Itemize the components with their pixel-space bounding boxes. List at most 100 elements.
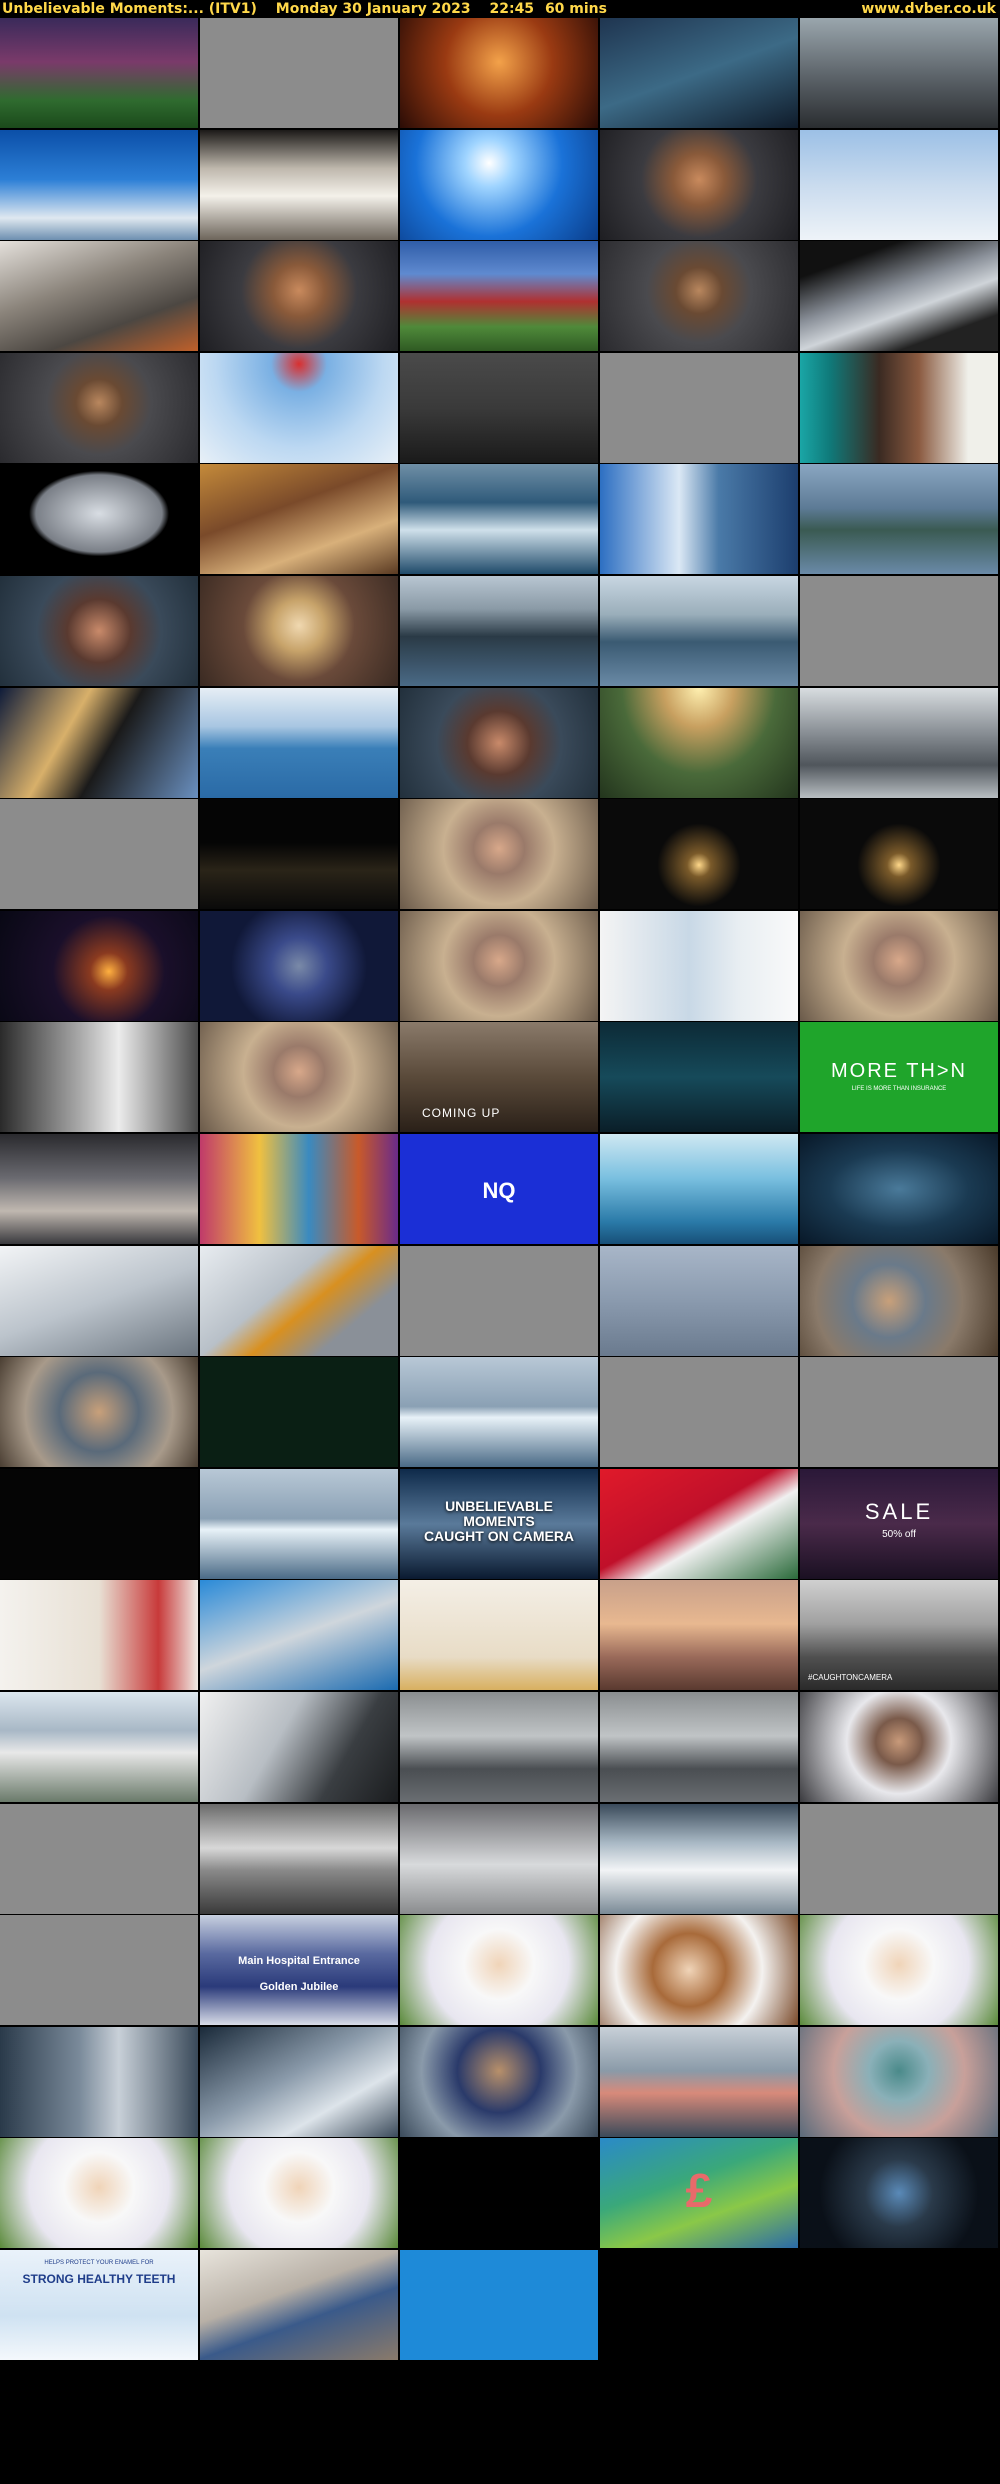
thumbnail-kitchen-dark[interactable]	[400, 353, 598, 463]
thumbnail-blue-sky[interactable]	[400, 130, 598, 240]
thumbnail-eiffel-tower[interactable]	[0, 464, 198, 574]
thumbnail-router-ad[interactable]	[600, 1022, 798, 1132]
thumbnail-football-match[interactable]	[0, 18, 198, 128]
thumbnail-grey[interactable]	[200, 18, 398, 128]
thumbnail-blur-street[interactable]	[200, 1804, 398, 1914]
thumbnail-man-ginger-beard[interactable]	[200, 241, 398, 351]
thumbnail-iceberg[interactable]	[200, 1469, 398, 1579]
thumbnail-grey[interactable]	[800, 1357, 998, 1467]
thumbnail-ocean-dark[interactable]	[800, 1134, 998, 1244]
thumbnail-kayak-sea[interactable]	[200, 688, 398, 798]
thumbnail-surf-waves[interactable]	[400, 464, 598, 574]
thumbnail-car-driver[interactable]	[200, 1692, 398, 1802]
thumbnail-car-park[interactable]	[600, 1692, 798, 1802]
thumbnail-young-man[interactable]	[800, 1692, 998, 1802]
thumbnail-dental-tools[interactable]	[200, 1580, 398, 1690]
thumbnail-skydivers[interactable]	[0, 130, 198, 240]
thumbnail-kite-sky[interactable]	[200, 353, 398, 463]
thumbnail-grey[interactable]	[400, 1246, 598, 1356]
thumbnail-phone-screen[interactable]	[800, 241, 998, 351]
thumbnail-blue-sky-pale[interactable]	[800, 130, 998, 240]
thumbnail-more-than[interactable]: MORE TH>N LIFE IS MORE THAN INSURANCE	[800, 1022, 998, 1132]
thumbnail-man-grey-hair[interactable]	[400, 799, 598, 909]
thumbnail-red-graphic[interactable]	[600, 1469, 798, 1579]
thumbnail-police-cars[interactable]: #CAUGHTONCAMERA	[800, 1580, 998, 1690]
thumbnail-operating-robot[interactable]	[200, 2027, 398, 2137]
thumbnail-hospital-sign[interactable]: Main Hospital Entrance Golden Jubilee	[200, 1915, 398, 2025]
thumbnail-diver-water[interactable]	[600, 464, 798, 574]
thumbnail-iceberg[interactable]	[400, 1357, 598, 1467]
thumbnail-man-cap[interactable]	[800, 1246, 998, 1356]
thumbnail-car-park[interactable]	[400, 1692, 598, 1802]
thumbnail-operating-theatre[interactable]	[0, 2027, 198, 2137]
thumbnail-man-ginger-beard[interactable]	[600, 130, 798, 240]
thumbnail-grey[interactable]	[800, 1804, 998, 1914]
thumbnail-woman-blonde-flowers[interactable]	[200, 2138, 398, 2248]
thumbnail-parachute[interactable]	[200, 130, 398, 240]
thumbnail-whale-jump[interactable]	[400, 576, 598, 686]
thumbnail-night-road[interactable]	[200, 799, 398, 909]
thumbnail-snow-slope[interactable]	[0, 1246, 198, 1356]
thumbnail-woman-blonde[interactable]	[200, 576, 398, 686]
thumbnail-tv-host[interactable]	[800, 353, 998, 463]
thumbnail-toothpaste-ad[interactable]: HELPS PROTECT YOUR ENAMEL FOR STRONG HEAL…	[0, 2250, 198, 2360]
thumbnail-woman-dark-hair[interactable]	[0, 576, 198, 686]
thumbnail-window-room[interactable]	[0, 1022, 198, 1132]
thumbnail-man-cap-gesture[interactable]	[0, 1357, 198, 1467]
thumbnail-grey[interactable]	[800, 576, 998, 686]
thumbnail-underwater-legs[interactable]	[600, 1134, 798, 1244]
thumbnail-sale-ad[interactable]: SALE 50% off	[800, 1469, 998, 1579]
thumbnail-black[interactable]	[0, 1469, 198, 1579]
thumbnail-man-grey-hair[interactable]	[400, 911, 598, 1021]
thumbnail-sunset-bathers[interactable]	[600, 1580, 798, 1690]
thumbnail-boats-calm[interactable]	[600, 1246, 798, 1356]
thumbnail-motorway[interactable]	[800, 688, 998, 798]
thumbnail-wedding-couple[interactable]	[200, 464, 398, 574]
thumbnail-grey[interactable]	[600, 1357, 798, 1467]
thumbnail-kayak-drone[interactable]	[0, 688, 198, 798]
thumbnail-cooker-hob[interactable]	[800, 2138, 998, 2248]
thumbnail-umc-logo[interactable]: UNBELIEVABLE MOMENTS CAUGHT ON CAMERA	[400, 1469, 598, 1579]
thumbnail-seal-rocks[interactable]	[800, 464, 998, 574]
thumbnail-hospital-bed[interactable]	[600, 911, 798, 1021]
thumbnail-grey[interactable]	[0, 1915, 198, 2025]
thumbnail-woman-blonde-flowers[interactable]	[400, 1915, 598, 2025]
thumbnail-man-cap-coming-up[interactable]: COMING UP	[400, 1022, 598, 1132]
thumbnail-surgery-cap[interactable]	[800, 2027, 998, 2137]
thumbnail-nq-logo[interactable]: NQ	[400, 1134, 598, 1244]
thumbnail-train-ad[interactable]	[0, 1134, 198, 1244]
thumbnail-dark-green[interactable]	[200, 1357, 398, 1467]
thumbnail-woman-blonde-flowers[interactable]	[0, 2138, 198, 2248]
programme-title[interactable]: Unbelievable Moments:... (ITV1)	[2, 1, 257, 17]
thumbnail-orange-lights[interactable]	[400, 18, 598, 128]
thumbnail-kitchen-woman[interactable]	[200, 2250, 398, 2360]
thumbnail-grey[interactable]	[0, 1804, 198, 1914]
thumbnail-car-park-snow[interactable]	[400, 1804, 598, 1914]
thumbnail-car-interior[interactable]	[800, 18, 998, 128]
site-link[interactable]: www.dvber.co.uk	[861, 0, 996, 18]
thumbnail-whale-dive[interactable]	[600, 576, 798, 686]
thumbnail-phone-app[interactable]	[400, 2250, 598, 2360]
thumbnail-car-white[interactable]	[600, 1804, 798, 1914]
thumbnail-night-road-lights[interactable]	[800, 799, 998, 909]
thumbnail-man-dark-beard[interactable]	[600, 241, 798, 351]
thumbnail-city-skyline[interactable]	[0, 1692, 198, 1802]
thumbnail-doctor-suit[interactable]	[400, 2027, 598, 2137]
thumbnail-night-fire[interactable]	[0, 911, 198, 1021]
thumbnail-surgery-robot[interactable]	[600, 2027, 798, 2137]
thumbnail-woman-dark-hair[interactable]	[400, 688, 598, 798]
thumbnail-black-credits[interactable]	[400, 2138, 598, 2248]
thumbnail-night-police[interactable]	[200, 911, 398, 1021]
thumbnail-night-road-lights[interactable]	[600, 799, 798, 909]
thumbnail-field-house[interactable]	[400, 241, 598, 351]
thumbnail-aerial-sunset[interactable]	[600, 688, 798, 798]
thumbnail-man-dark-beard[interactable]	[0, 353, 198, 463]
thumbnail-grey[interactable]	[0, 799, 198, 909]
thumbnail-surgery[interactable]	[600, 18, 798, 128]
thumbnail-gold-sofa-ad[interactable]	[400, 1580, 598, 1690]
thumbnail-grey[interactable]	[600, 353, 798, 463]
thumbnail-pound-map[interactable]: £	[600, 2138, 798, 2248]
thumbnail-skydive-gear[interactable]	[0, 241, 198, 351]
thumbnail-snow-object[interactable]	[200, 1246, 398, 1356]
thumbnail-fairtrade-ad[interactable]	[0, 1580, 198, 1690]
